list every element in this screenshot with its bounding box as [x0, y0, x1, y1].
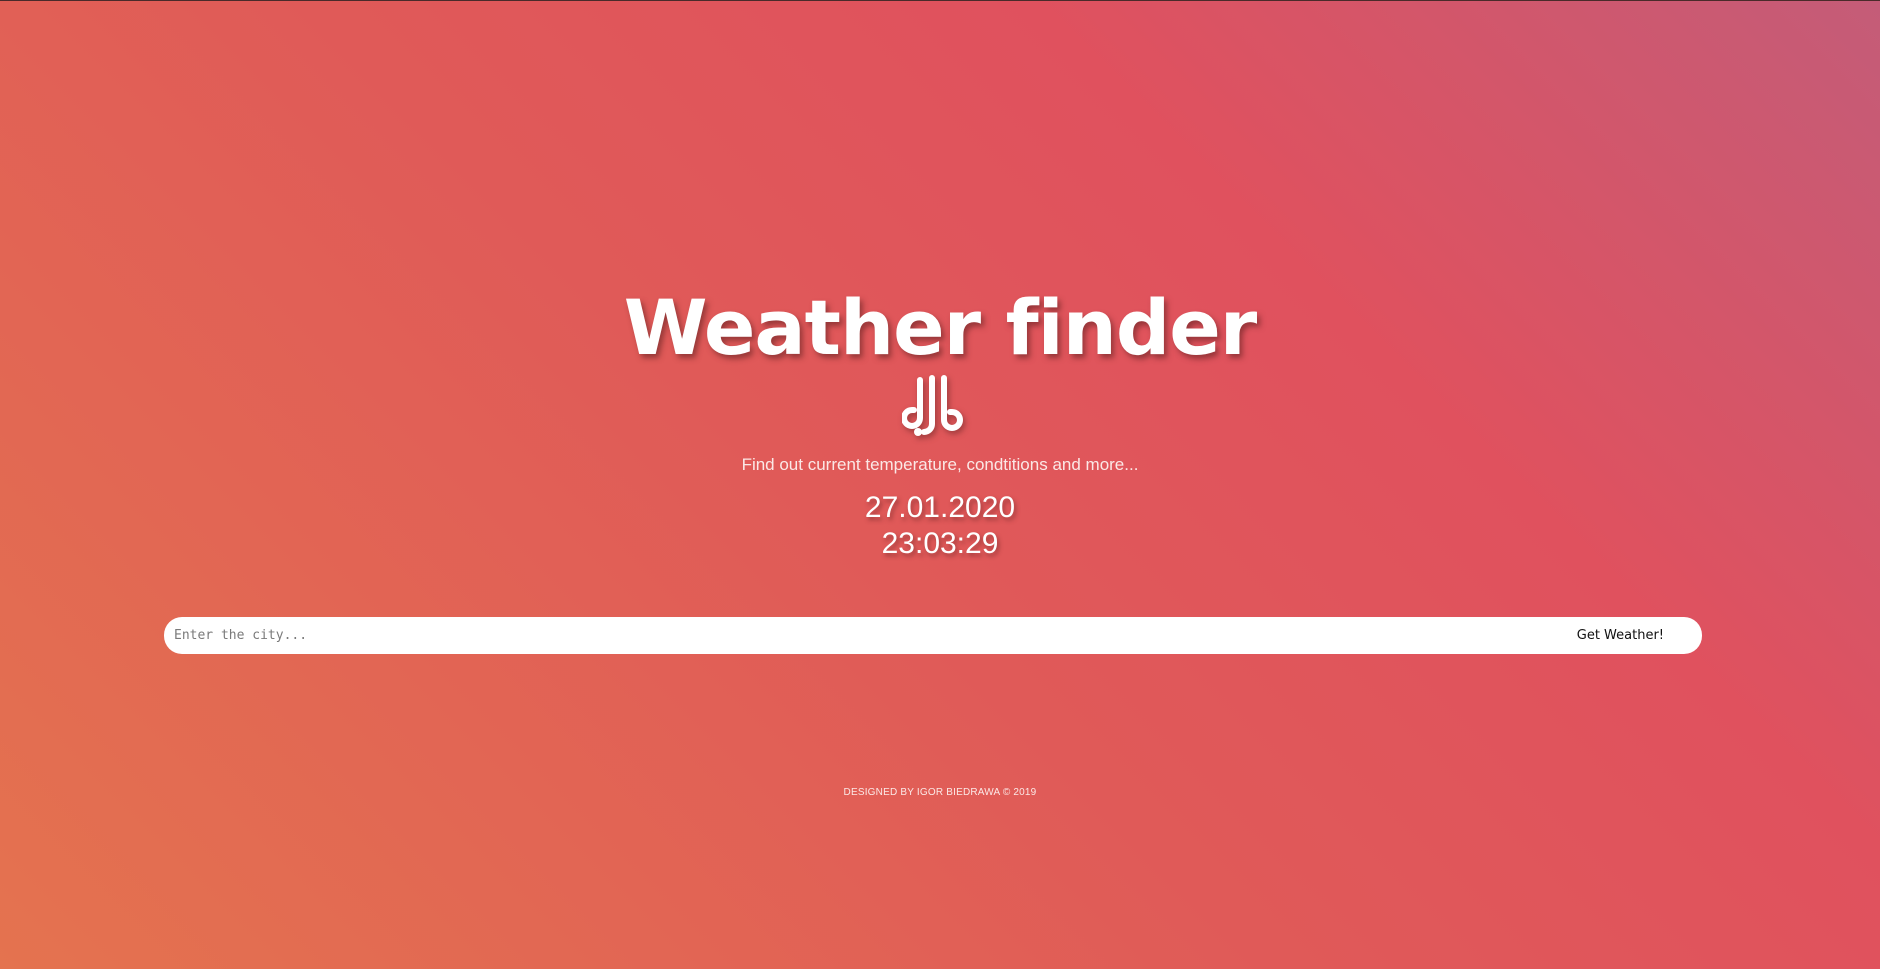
- city-search-input[interactable]: [164, 617, 1557, 654]
- page-title: Weather finder: [623, 283, 1258, 372]
- top-border: [0, 0, 1880, 1]
- city-search-form: Get Weather!: [164, 617, 1702, 654]
- current-time: 23:03:29: [881, 527, 999, 560]
- subtitle: Find out current temperature, condtition…: [741, 455, 1139, 474]
- footer-credit: DESIGNED BY IGOR BIEDRAWA © 2019: [843, 787, 1037, 798]
- get-weather-button[interactable]: Get Weather!: [1557, 617, 1702, 654]
- current-date: 27.01.2020: [864, 491, 1016, 524]
- db-logo-icon: [902, 375, 963, 436]
